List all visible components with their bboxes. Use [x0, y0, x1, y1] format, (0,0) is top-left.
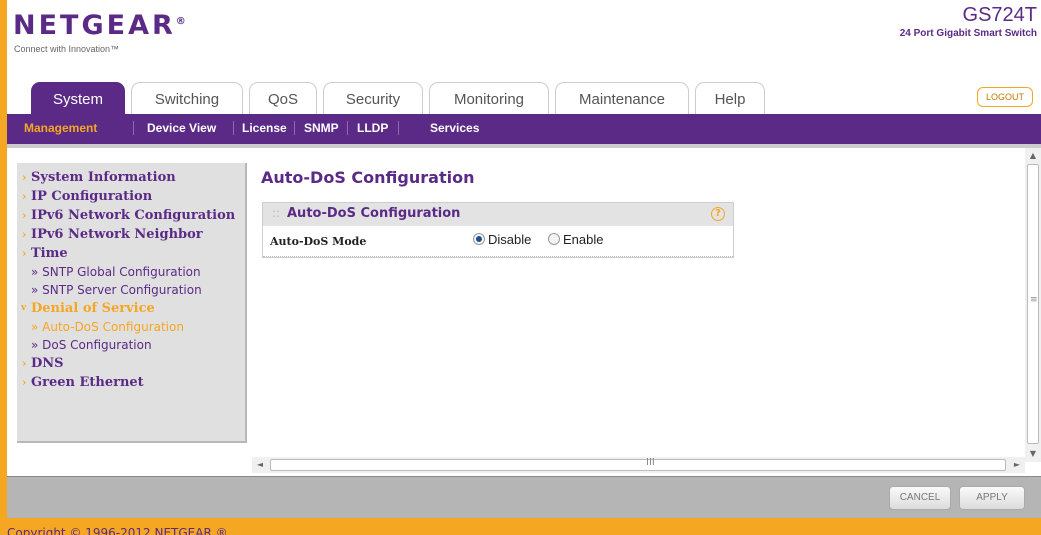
config-panel: :: Auto-DoS Configuration ? Auto-DoS Mod… [262, 202, 734, 258]
panel-title: Auto-DoS Configuration [287, 206, 461, 221]
tab-security[interactable]: Security [323, 82, 423, 114]
subnav-management[interactable]: Management [24, 121, 97, 135]
scroll-up-icon[interactable]: ▲ [1025, 148, 1041, 164]
footer-bar: CANCEL APPLY [7, 476, 1041, 518]
sidebar-subitem-auto-dos-configuration[interactable]: » Auto-DoS Configuration [17, 318, 245, 336]
logout-button[interactable]: LOGOUT [977, 87, 1033, 107]
subnav-separator [294, 121, 295, 135]
sidebar-subitem-sntp-server-configuration[interactable]: » SNTP Server Configuration [17, 281, 245, 299]
sidebar-item-denial-of-service[interactable]: Denial of Service [17, 299, 245, 318]
vertical-scroll-thumb[interactable]: ≡ [1027, 164, 1039, 444]
subnav-license[interactable]: License [242, 121, 287, 135]
subnav-snmp[interactable]: SNMP [304, 121, 339, 135]
tab-switching[interactable]: Switching [131, 82, 243, 114]
sidebar-item-dns[interactable]: DNS [17, 354, 245, 373]
sidebar-subitem-sntp-global-configuration[interactable]: » SNTP Global Configuration [17, 263, 245, 281]
horizontal-scrollbar[interactable]: ◄ III ► [252, 457, 1025, 473]
tab-help[interactable]: Help [695, 82, 765, 114]
tab-qos[interactable]: QoS [249, 82, 317, 114]
tab-monitoring[interactable]: Monitoring [429, 82, 549, 114]
subnav-separator [347, 121, 348, 135]
panel-header: :: Auto-DoS Configuration ? [263, 203, 733, 226]
tagline: Connect with Innovation™ [14, 44, 120, 54]
main-tabs: System Switching QoS Security Monitoring… [7, 82, 1041, 114]
radio-enable-indicator[interactable] [548, 233, 560, 245]
row-divider [263, 256, 733, 257]
radio-disable-label: Disable [488, 232, 532, 247]
radio-disable[interactable]: Disable [473, 232, 531, 247]
page-title: Auto-DoS Configuration [261, 168, 475, 187]
tab-maintenance[interactable]: Maintenance [555, 82, 689, 114]
sidebar-item-ipv6-network-configuration[interactable]: IPv6 Network Configuration [17, 206, 245, 225]
subnav-separator [233, 121, 234, 135]
model-name: GS724T [962, 4, 1037, 26]
auto-dos-mode-label: Auto-DoS Mode [270, 235, 367, 248]
help-icon[interactable]: ? [711, 207, 725, 221]
subnav-device-view[interactable]: Device View [147, 121, 216, 135]
scroll-grip-icon: ≡ [1030, 295, 1038, 305]
sub-navigation: Management Device View License SNMP LLDP… [7, 114, 1041, 144]
subnav-lldp[interactable]: LLDP [357, 121, 388, 135]
radio-enable-label: Enable [563, 232, 604, 247]
radio-disable-indicator[interactable] [473, 233, 485, 245]
header: NETGEAR® Connect with Innovation™ GS724T… [7, 0, 1041, 80]
apply-button[interactable]: APPLY [959, 486, 1025, 510]
sidebar-item-ipv6-network-neighbor[interactable]: IPv6 Network Neighbor [17, 225, 245, 244]
subnav-separator [398, 121, 399, 135]
copyright-bar: Copyright © 1996-2012 NETGEAR ® [7, 518, 1041, 535]
cancel-button[interactable]: CANCEL [889, 486, 951, 510]
subnav-separator [133, 121, 134, 135]
scroll-down-icon[interactable]: ▼ [1025, 446, 1041, 462]
horizontal-scroll-thumb[interactable]: III [270, 457, 1006, 471]
netgear-logo: NETGEAR® [13, 10, 186, 41]
scroll-grip-icon: III [646, 457, 655, 468]
content-area: System Information IP Configuration IPv6… [7, 144, 1041, 476]
sidebar: System Information IP Configuration IPv6… [17, 163, 247, 443]
app-frame: NETGEAR® Connect with Innovation™ GS724T… [7, 0, 1041, 535]
sidebar-item-green-ethernet[interactable]: Green Ethernet [17, 373, 245, 392]
scroll-right-icon[interactable]: ► [1009, 457, 1025, 473]
sidebar-item-ip-configuration[interactable]: IP Configuration [17, 187, 245, 206]
subnav-services[interactable]: Services [430, 121, 479, 135]
scroll-left-icon[interactable]: ◄ [252, 457, 268, 473]
radio-enable[interactable]: Enable [548, 232, 603, 247]
sidebar-item-system-information[interactable]: System Information [17, 168, 245, 187]
vertical-scrollbar[interactable]: ▲ ≡ ▼ [1025, 148, 1041, 462]
sidebar-subitem-dos-configuration[interactable]: » DoS Configuration [17, 336, 245, 354]
tab-system[interactable]: System [31, 82, 125, 114]
sidebar-item-time[interactable]: Time [17, 244, 245, 263]
copyright-text: Copyright © 1996-2012 NETGEAR ® [7, 526, 228, 535]
panel-grip-icon: :: [272, 206, 281, 220]
model-description: 24 Port Gigabit Smart Switch [899, 28, 1037, 39]
